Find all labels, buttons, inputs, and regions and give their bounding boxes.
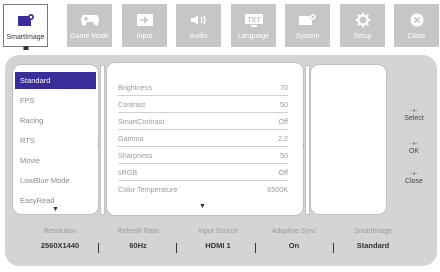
status-label: Resolution [43, 228, 77, 235]
status-label: Input Source [198, 228, 238, 235]
status-separator [98, 243, 99, 253]
close-control[interactable]: ·▪· Close [396, 169, 432, 185]
tab-label: Close [407, 33, 426, 40]
system-icon [295, 10, 321, 30]
status-separator [176, 243, 177, 253]
setting-label: Sharpness [118, 151, 153, 160]
setting-label: SmartContrast [118, 117, 165, 126]
status-input-source: Input Source HDMI 1 [183, 228, 253, 250]
mode-item-movie[interactable]: Movie [15, 152, 96, 169]
status-refresh-rate: Refresh Rate 60Hz [103, 228, 173, 250]
submenu-panel [310, 64, 387, 215]
speaker-icon [186, 10, 212, 30]
select-control[interactable]: ·▪· Select [396, 106, 432, 122]
setting-brightness[interactable]: Brightness 70 [118, 80, 288, 96]
close-icon [404, 10, 430, 30]
setting-value: 2.2 [278, 134, 288, 143]
mode-item-standard[interactable]: Standard [15, 72, 96, 89]
joystick-left-icon: ·▪· [409, 169, 419, 178]
tab-close[interactable]: Close [394, 4, 439, 47]
mode-item-fps[interactable]: FPS [15, 92, 96, 109]
tab-system[interactable]: System [285, 4, 330, 47]
tab-audio[interactable]: Audio [176, 4, 221, 47]
setting-srgb[interactable]: sRGB Off [118, 165, 288, 181]
control-label: OK [408, 148, 420, 155]
tab-label: Setup [353, 33, 372, 40]
status-separator [255, 243, 256, 253]
setting-value: 50 [280, 151, 288, 160]
ok-control[interactable]: ·▪· OK [396, 139, 432, 155]
setting-value: 50 [280, 100, 288, 109]
joystick-press-icon: ·▪· [409, 139, 419, 148]
tab-game-mode[interactable]: Game Mode [67, 4, 112, 47]
status-value: Standard [356, 241, 390, 250]
chevron-right-icon: › [302, 142, 305, 149]
scroll-down-icon[interactable]: ▼ [199, 203, 206, 210]
tab-label: SmartImage [6, 34, 45, 41]
status-value: 60Hz [129, 241, 147, 250]
input-icon [132, 10, 158, 30]
mode-item-racing[interactable]: Racing [15, 112, 96, 129]
tab-label: System [295, 33, 320, 40]
menu-tab-bar: SmartImage Game Mode Input Audio TXT Lan… [0, 0, 440, 52]
setting-sharpness[interactable]: Sharpness 50 [118, 148, 288, 164]
panel-divider [100, 65, 105, 215]
svg-text:TXT: TXT [247, 17, 261, 24]
status-resolution: Resolution 2560X1440 [25, 228, 95, 250]
tab-input[interactable]: Input [122, 4, 167, 47]
scroll-down-icon[interactable]: ▼ [52, 206, 59, 213]
smartimage-icon [13, 11, 39, 31]
tab-label: Language [237, 33, 270, 40]
status-value: 2560X1440 [40, 241, 80, 250]
tab-setup[interactable]: Setup [340, 4, 385, 47]
tab-language[interactable]: TXT Language [231, 4, 276, 47]
setting-label: Gamma [118, 134, 144, 143]
control-label: Close [405, 178, 423, 185]
gamepad-icon [77, 10, 103, 30]
mode-item-rts[interactable]: RTS [15, 132, 96, 149]
setting-value: 70 [280, 83, 288, 92]
status-label: SmartImage [353, 228, 393, 235]
setting-contrast[interactable]: Contrast 50 [118, 97, 288, 113]
setting-label: Color Temperature [118, 185, 178, 194]
joystick-updown-icon: ·▪· [409, 106, 419, 115]
mode-item-lowblue[interactable]: LowBlue Mode [15, 172, 96, 189]
tab-label: Audio [189, 33, 208, 40]
tab-label: Input [136, 33, 153, 40]
status-value: HDMI 1 [205, 241, 231, 250]
control-label: Select [404, 115, 424, 122]
status-value: On [288, 241, 300, 250]
chevron-right-icon: › [97, 142, 100, 149]
setting-label: Brightness [118, 83, 152, 92]
setting-smartcontrast[interactable]: SmartContrast Off [118, 114, 288, 130]
setting-label: sRGB [118, 168, 138, 177]
language-icon: TXT [241, 10, 267, 30]
tab-smartimage[interactable]: SmartImage [3, 4, 48, 50]
status-label: Adaptive Sync [271, 228, 317, 235]
setting-color-temperature[interactable]: Color Temperature 6500K [118, 182, 288, 197]
status-label: Refresh Rate [117, 228, 159, 235]
setting-value: Off [278, 168, 288, 177]
gear-icon [350, 10, 376, 30]
tab-label: Game Mode [70, 33, 109, 40]
setting-value: Off [278, 117, 288, 126]
selected-indicator [23, 46, 28, 50]
status-adaptive-sync: Adaptive Sync On [259, 228, 329, 250]
setting-label: Contrast [118, 100, 146, 109]
setting-gamma[interactable]: Gamma 2.2 [118, 131, 288, 147]
status-smartimage: SmartImage Standard [338, 228, 408, 250]
status-separator [333, 243, 334, 253]
setting-value: 6500K [267, 185, 288, 194]
